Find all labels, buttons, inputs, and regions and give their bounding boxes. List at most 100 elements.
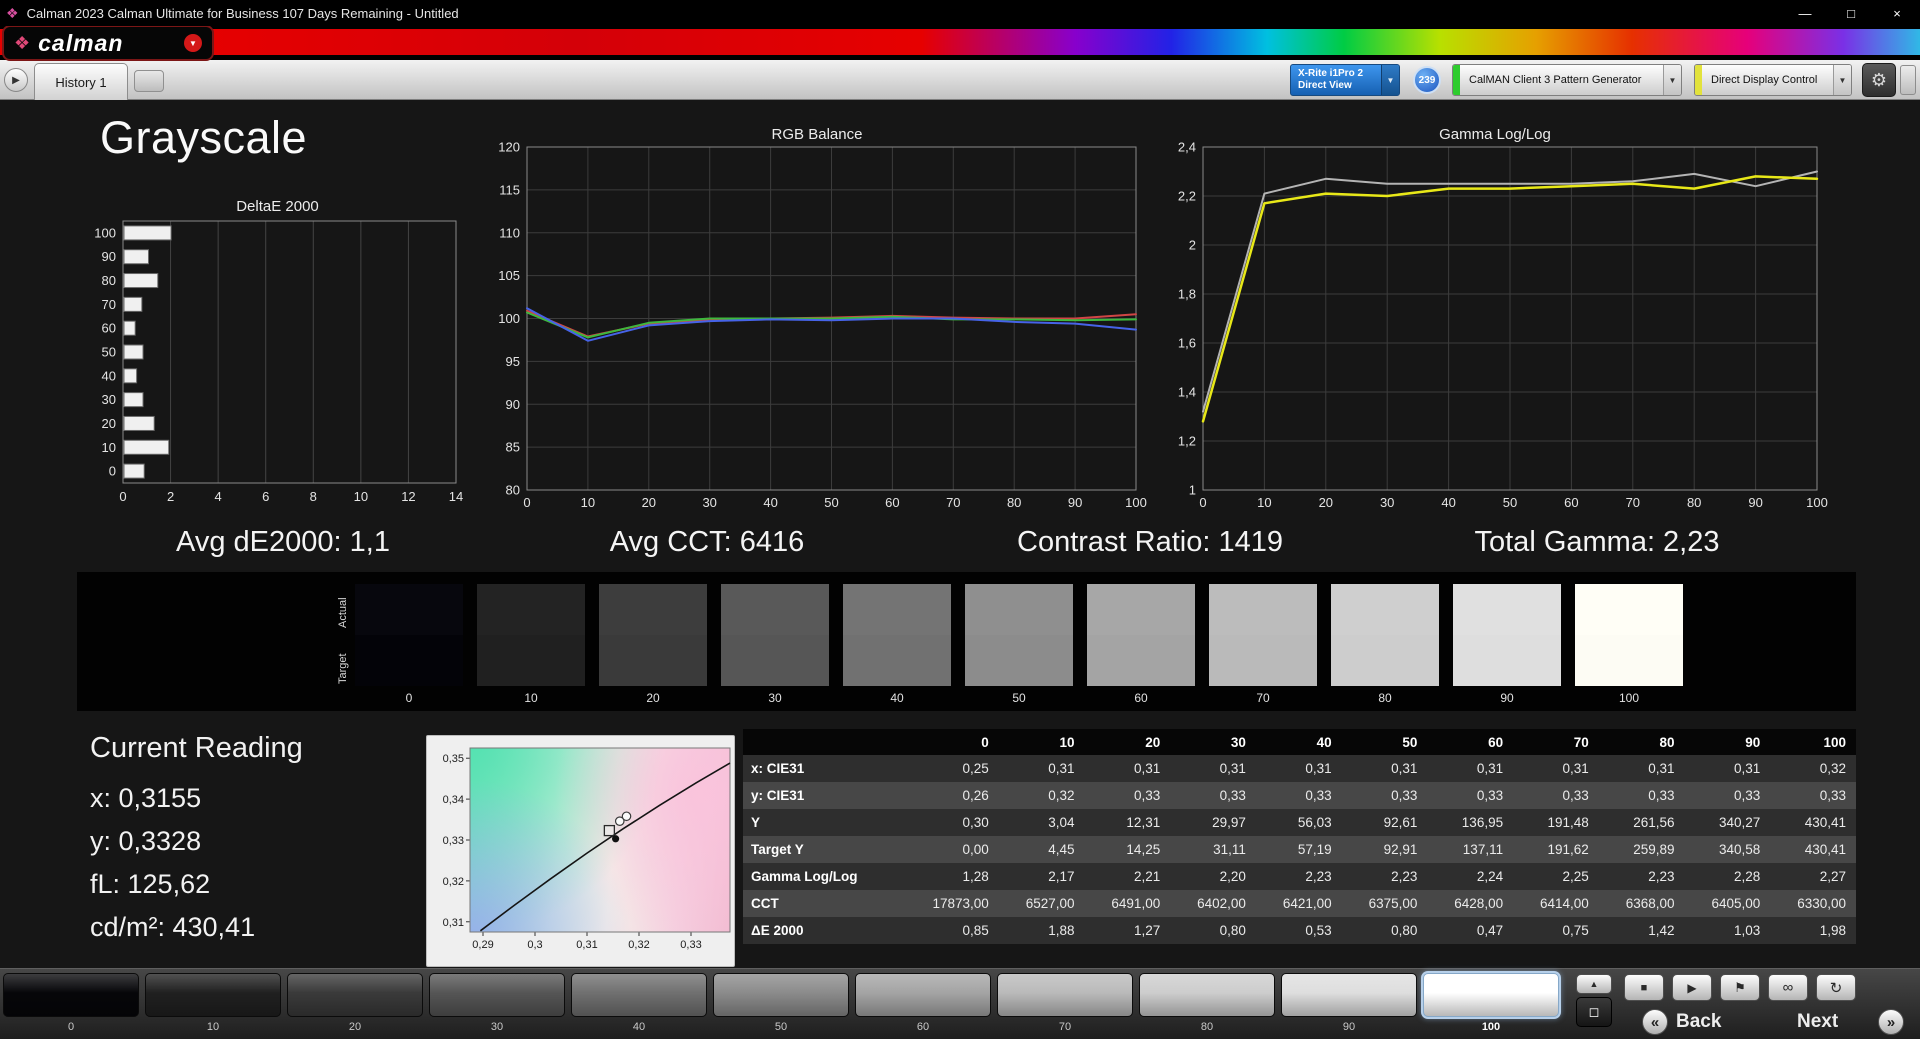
svg-text:120: 120 xyxy=(498,140,520,155)
patch-button[interactable] xyxy=(571,973,707,1017)
svg-text:20: 20 xyxy=(642,495,656,510)
tab-history-1[interactable]: History 1 xyxy=(34,63,128,100)
table-row-label: ΔE 2000 xyxy=(751,923,804,938)
grayscale-swatch-50: 50 xyxy=(965,584,1087,705)
settings-gear-button[interactable]: ⚙ xyxy=(1862,63,1896,97)
grayscale-swatch-90: 90 xyxy=(1453,584,1575,705)
table-cell: 2,20 xyxy=(1219,869,1246,884)
calman-app-window: ❖ Calman 2023 Calman Ultimate for Busine… xyxy=(0,0,1920,1039)
pattern-patch-20[interactable]: 20 xyxy=(287,973,429,1033)
pattern-patch-10[interactable]: 10 xyxy=(145,973,287,1033)
continuous-read-button[interactable]: ∞ xyxy=(1768,974,1808,1001)
patch-button[interactable] xyxy=(1139,973,1275,1017)
connection-status-stripe xyxy=(1453,65,1460,95)
window-title: Calman 2023 Calman Ultimate for Business… xyxy=(26,5,459,21)
table-header-row: 0 10 20 30 40 50 60 70 80 90 100 xyxy=(743,729,1856,755)
svg-text:95: 95 xyxy=(506,354,520,369)
swatch-actual-color xyxy=(721,584,829,635)
minimize-button[interactable]: — xyxy=(1782,0,1828,26)
patch-level-label: 100 xyxy=(1481,1021,1501,1033)
table-cell: 1,03 xyxy=(1733,923,1761,938)
table-cell: 430,41 xyxy=(1804,815,1846,830)
pattern-window-toggle-button[interactable]: ◻ xyxy=(1576,997,1612,1027)
table-cell: 0,25 xyxy=(962,761,989,776)
save-button[interactable]: ⚑ xyxy=(1720,974,1760,1001)
svg-text:80: 80 xyxy=(1007,495,1021,510)
app-icon: ❖ xyxy=(6,4,19,21)
table-cell: 0,33 xyxy=(1305,788,1332,803)
display-control-dropdown[interactable]: Direct Display Control ▼ xyxy=(1694,64,1852,96)
patch-level-label: 70 xyxy=(1058,1021,1072,1033)
maximize-button[interactable]: □ xyxy=(1828,0,1874,26)
pattern-patch-90[interactable]: 90 xyxy=(1281,973,1423,1033)
patch-button[interactable] xyxy=(429,973,565,1017)
swatch-patch xyxy=(1331,584,1439,686)
back-arrow-button[interactable]: « xyxy=(1642,1009,1668,1035)
table-column-header: 80 xyxy=(1598,729,1685,755)
patch-button[interactable] xyxy=(713,973,849,1017)
patch-button[interactable] xyxy=(145,973,281,1017)
pattern-patch-40[interactable]: 40 xyxy=(571,973,713,1033)
table-cell: 0,33 xyxy=(1819,788,1846,803)
swatch-level-label: 60 xyxy=(1134,691,1148,705)
meter-dropdown[interactable]: X-Rite i1Pro 2 Direct View ▼ xyxy=(1290,64,1400,96)
display-control-label: Direct Display Control xyxy=(1711,74,1818,86)
back-button[interactable]: Back xyxy=(1676,1011,1721,1033)
gamma-chart: 0 10 20 30 40 50 60 70 80 90 100 1 1,2 1,4 1,6 1,8 2 2,2 2… xyxy=(1178,140,1828,510)
patch-button[interactable] xyxy=(1281,973,1417,1017)
table-row-label: x: CIE31 xyxy=(751,761,805,776)
patch-button[interactable] xyxy=(997,973,1133,1017)
pattern-patch-50[interactable]: 50 xyxy=(713,973,855,1033)
patch-button[interactable] xyxy=(3,973,139,1017)
patch-button[interactable] xyxy=(1423,973,1559,1017)
patch-level-label: 10 xyxy=(206,1021,220,1033)
table-column-header: 20 xyxy=(1084,729,1171,755)
table-cell: 0,31 xyxy=(1562,761,1589,776)
contrast-ratio-stat: Contrast Ratio: 1419 xyxy=(1017,526,1283,558)
pattern-patch-100[interactable]: 100 xyxy=(1423,973,1565,1033)
calman-logo[interactable]: ❖ calman ▼ xyxy=(2,25,214,61)
close-button[interactable]: × xyxy=(1874,0,1920,26)
logo-menu-button[interactable]: ▼ xyxy=(184,34,202,52)
table-cell: 57,19 xyxy=(1297,842,1332,857)
tab-stub[interactable] xyxy=(134,70,164,92)
table-cell: 0,31 xyxy=(1733,761,1761,776)
history-nav-button[interactable]: ▶ xyxy=(4,68,28,92)
eject-icon[interactable]: ▲ xyxy=(1576,974,1612,994)
table-column-header: 100 xyxy=(1770,729,1856,755)
svg-text:1: 1 xyxy=(1189,483,1196,498)
pattern-patch-30[interactable]: 30 xyxy=(429,973,571,1033)
reading-y-value: y: 0,3328 xyxy=(90,826,202,856)
patch-button[interactable] xyxy=(855,973,991,1017)
pattern-generator-dropdown[interactable]: CalMAN Client 3 Pattern Generator ▼ xyxy=(1452,64,1682,96)
table-cell: 0,32 xyxy=(1819,761,1846,776)
refresh-button[interactable]: ↻ xyxy=(1816,974,1856,1001)
pattern-patch-0[interactable]: 0 xyxy=(3,973,145,1033)
table-row: CCT 17873,00 6527,00 6491,00 6402,00 6421,00 6… xyxy=(743,890,1856,917)
side-panel-handle[interactable] xyxy=(1900,65,1916,95)
next-button[interactable]: Next xyxy=(1797,1011,1838,1033)
svg-text:6: 6 xyxy=(262,489,269,504)
play-button[interactable]: ▶ xyxy=(1672,974,1712,1001)
patch-level-label: 0 xyxy=(67,1021,75,1033)
stop-button[interactable]: ■ xyxy=(1624,974,1664,1001)
meter-label: X-Rite i1Pro 2 Direct View xyxy=(1298,68,1364,91)
svg-text:50: 50 xyxy=(824,495,838,510)
svg-text:10: 10 xyxy=(581,495,595,510)
pattern-patch-60[interactable]: 60 xyxy=(855,973,997,1033)
svg-text:0,3: 0,3 xyxy=(527,939,542,951)
swatch-actual-color xyxy=(355,584,463,635)
swatch-patch xyxy=(1209,584,1317,686)
swatch-actual-color xyxy=(477,584,585,635)
grayscale-swatch-60: 60 xyxy=(1087,584,1209,705)
pattern-patch-80[interactable]: 80 xyxy=(1139,973,1281,1033)
swatch-target-color xyxy=(1209,635,1317,686)
svg-text:30: 30 xyxy=(1380,495,1394,510)
patch-button[interactable] xyxy=(287,973,423,1017)
avg-cct-stat: Avg CCT: 6416 xyxy=(609,526,805,558)
pattern-patch-70[interactable]: 70 xyxy=(997,973,1139,1033)
table-cell: 0,33 xyxy=(1219,788,1246,803)
next-arrow-button[interactable]: » xyxy=(1878,1009,1904,1035)
table-cell: 0,33 xyxy=(1648,788,1675,803)
table-cell: 2,24 xyxy=(1476,869,1504,884)
